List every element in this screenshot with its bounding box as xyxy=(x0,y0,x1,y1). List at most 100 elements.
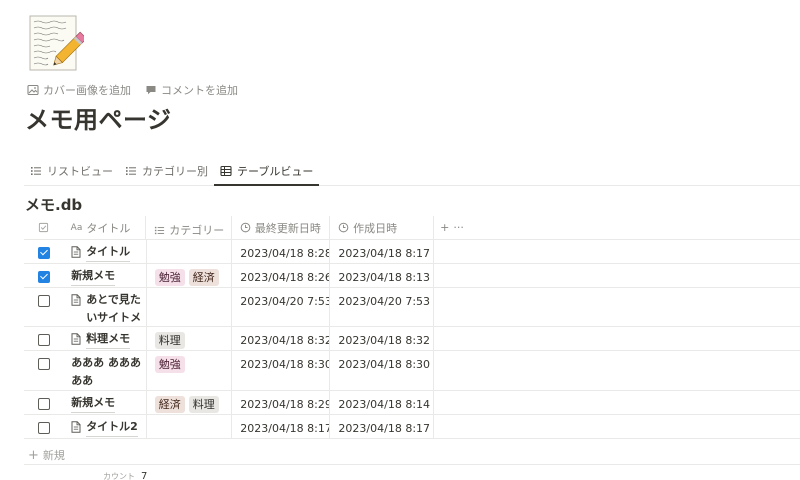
created-date: 2023/04/18 8:17 xyxy=(338,422,431,435)
created-cell[interactable]: 2023/04/18 8:14 xyxy=(330,391,435,414)
multi-select-icon xyxy=(155,226,165,234)
created-date: 2023/04/18 8:14 xyxy=(338,398,431,411)
page-title[interactable]: メモ用ページ xyxy=(25,100,172,135)
clock-icon xyxy=(338,222,349,233)
category-cell[interactable] xyxy=(147,240,233,263)
created-date: 2023/04/18 8:17 xyxy=(338,247,431,260)
row-title-text: あとで見たいサイトメモ xyxy=(86,291,142,326)
table-header: Aa タイトル カテゴリー 最終更新日時 作成日時 + ··· xyxy=(24,216,800,240)
updated-cell[interactable]: 2023/04/18 8:26 xyxy=(232,264,331,287)
count-value: 7 xyxy=(141,471,148,480)
table-row[interactable]: 新規メモ 経済 料理 2023/04/18 8:29 2023/04/18 8:14 xyxy=(24,391,800,415)
header-created[interactable]: 作成日時 xyxy=(330,216,435,239)
created-cell[interactable]: 2023/04/18 8:30 xyxy=(330,351,435,390)
title-cell[interactable]: タイトル xyxy=(63,240,147,263)
updated-date: 2023/04/18 8:30 xyxy=(240,358,331,371)
title-cell[interactable]: 新規メモ xyxy=(63,391,147,414)
row-count[interactable]: カウント 7 xyxy=(103,471,147,480)
row-checkbox[interactable] xyxy=(37,358,50,370)
header-extra: + ··· xyxy=(434,216,800,239)
add-cover-button[interactable]: カバー画像を追加 xyxy=(27,82,131,98)
tab-category-view[interactable]: カテゴリー別 xyxy=(119,157,214,185)
row-checkbox-cell xyxy=(24,327,63,350)
memo-pencil-icon[interactable] xyxy=(28,14,87,72)
header-updated[interactable]: 最終更新日時 xyxy=(232,216,331,239)
row-checkbox-cell xyxy=(24,288,63,326)
tab-table-view-label: テーブルビュー xyxy=(237,165,314,178)
updated-cell[interactable]: 2023/04/18 8:29 xyxy=(232,391,331,414)
empty-cell xyxy=(434,327,800,350)
add-comment-button[interactable]: コメントを追加 xyxy=(145,82,238,98)
header-select-all[interactable] xyxy=(24,216,63,239)
category-cell[interactable]: 経済 料理 xyxy=(147,391,233,414)
row-checkbox[interactable] xyxy=(37,295,50,307)
table-row[interactable]: 新規メモ 勉強 経済 2023/04/18 8:26 2023/04/18 8:13 xyxy=(24,264,800,288)
row-title[interactable]: タイトル xyxy=(71,243,131,262)
database-title[interactable]: メモ.db xyxy=(25,194,82,215)
row-title[interactable]: 料理メモ xyxy=(71,330,131,349)
updated-cell[interactable]: 2023/04/18 8:17 xyxy=(232,415,331,438)
tab-category-view-label: カテゴリー別 xyxy=(142,165,208,178)
row-title[interactable]: あああ あああああ xyxy=(71,354,142,390)
created-date: 2023/04/18 8:32 xyxy=(338,334,431,347)
add-property-button[interactable]: + xyxy=(440,221,449,234)
row-checkbox[interactable] xyxy=(37,271,50,283)
more-options-button[interactable]: ··· xyxy=(453,221,464,234)
table-row[interactable]: あああ あああああ 勉強 2023/04/18 8:30 2023/04/18 8:3… xyxy=(24,351,800,391)
table-row[interactable]: あとで見たいサイトメモ 2023/04/20 7:53 2023/04/20 7:5… xyxy=(24,288,800,327)
category-cell[interactable]: 勉強 xyxy=(147,351,233,390)
title-cell[interactable]: あああ あああああ xyxy=(63,351,147,390)
category-tag: 勉強 xyxy=(154,356,185,373)
row-title[interactable]: タイトル2 xyxy=(71,418,138,437)
title-cell[interactable]: タイトル2 xyxy=(63,415,147,438)
updated-date: 2023/04/20 7:53 xyxy=(240,295,331,308)
updated-cell[interactable]: 2023/04/18 8:30 xyxy=(232,351,331,390)
document-icon xyxy=(71,246,81,258)
updated-date: 2023/04/18 8:29 xyxy=(240,398,331,411)
row-title[interactable]: 新規メモ xyxy=(71,267,116,286)
row-checkbox-cell xyxy=(24,415,63,438)
title-cell[interactable]: 新規メモ xyxy=(63,264,147,287)
created-date: 2023/04/18 8:13 xyxy=(338,271,431,284)
updated-date: 2023/04/18 8:17 xyxy=(240,422,331,435)
row-checkbox[interactable] xyxy=(37,422,50,434)
category-cell[interactable]: 料理 xyxy=(147,327,233,350)
row-checkbox[interactable] xyxy=(37,247,50,259)
created-cell[interactable]: 2023/04/20 7:53 xyxy=(330,288,435,326)
title-cell[interactable]: あとで見たいサイトメモ xyxy=(63,288,147,326)
updated-cell[interactable]: 2023/04/18 8:28 xyxy=(232,240,331,263)
created-cell[interactable]: 2023/04/18 8:13 xyxy=(330,264,435,287)
category-cell[interactable]: 勉強 経済 xyxy=(147,264,233,287)
empty-cell xyxy=(434,288,800,326)
created-cell[interactable]: 2023/04/18 8:17 xyxy=(330,415,435,438)
created-cell[interactable]: 2023/04/18 8:32 xyxy=(330,327,435,350)
plus-icon: + xyxy=(28,447,39,463)
updated-cell[interactable]: 2023/04/18 8:32 xyxy=(232,327,331,350)
header-title[interactable]: Aa タイトル xyxy=(63,216,147,239)
header-category[interactable]: カテゴリー xyxy=(146,216,232,239)
new-row-button[interactable]: + 新規 xyxy=(28,447,65,463)
view-tabs: リストビュー カテゴリー別 テーブルビュー xyxy=(24,157,800,186)
table-row[interactable]: 料理メモ 料理 2023/04/18 8:32 2023/04/18 8:32 xyxy=(24,327,800,351)
row-checkbox[interactable] xyxy=(37,398,50,410)
header-created-label: 作成日時 xyxy=(353,221,398,235)
empty-cell xyxy=(434,264,800,287)
table-row[interactable]: タイトル 2023/04/18 8:28 2023/04/18 8:17 xyxy=(24,240,800,264)
updated-cell[interactable]: 2023/04/20 7:53 xyxy=(232,288,331,326)
created-cell[interactable]: 2023/04/18 8:17 xyxy=(330,240,435,263)
category-tag: 経済 xyxy=(188,269,219,286)
text-property-icon: Aa xyxy=(70,222,83,233)
tab-list-view[interactable]: リストビュー xyxy=(24,157,119,185)
row-title[interactable]: 新規メモ xyxy=(71,394,116,413)
row-checkbox[interactable] xyxy=(37,334,50,346)
row-title-text: タイトル2 xyxy=(86,418,138,437)
category-tag: 勉強 xyxy=(154,269,185,286)
tab-list-view-label: リストビュー xyxy=(47,165,113,178)
category-cell[interactable] xyxy=(147,288,233,326)
tab-table-view[interactable]: テーブルビュー xyxy=(214,157,320,186)
title-cell[interactable]: 料理メモ xyxy=(63,327,147,350)
table-body: タイトル 2023/04/18 8:28 2023/04/18 8:17 新規メモ 勉強… xyxy=(24,240,800,439)
category-cell[interactable] xyxy=(147,415,233,438)
table-row[interactable]: タイトル2 2023/04/18 8:17 2023/04/18 8:17 xyxy=(24,415,800,439)
row-title[interactable]: あとで見たいサイトメモ xyxy=(71,291,142,326)
